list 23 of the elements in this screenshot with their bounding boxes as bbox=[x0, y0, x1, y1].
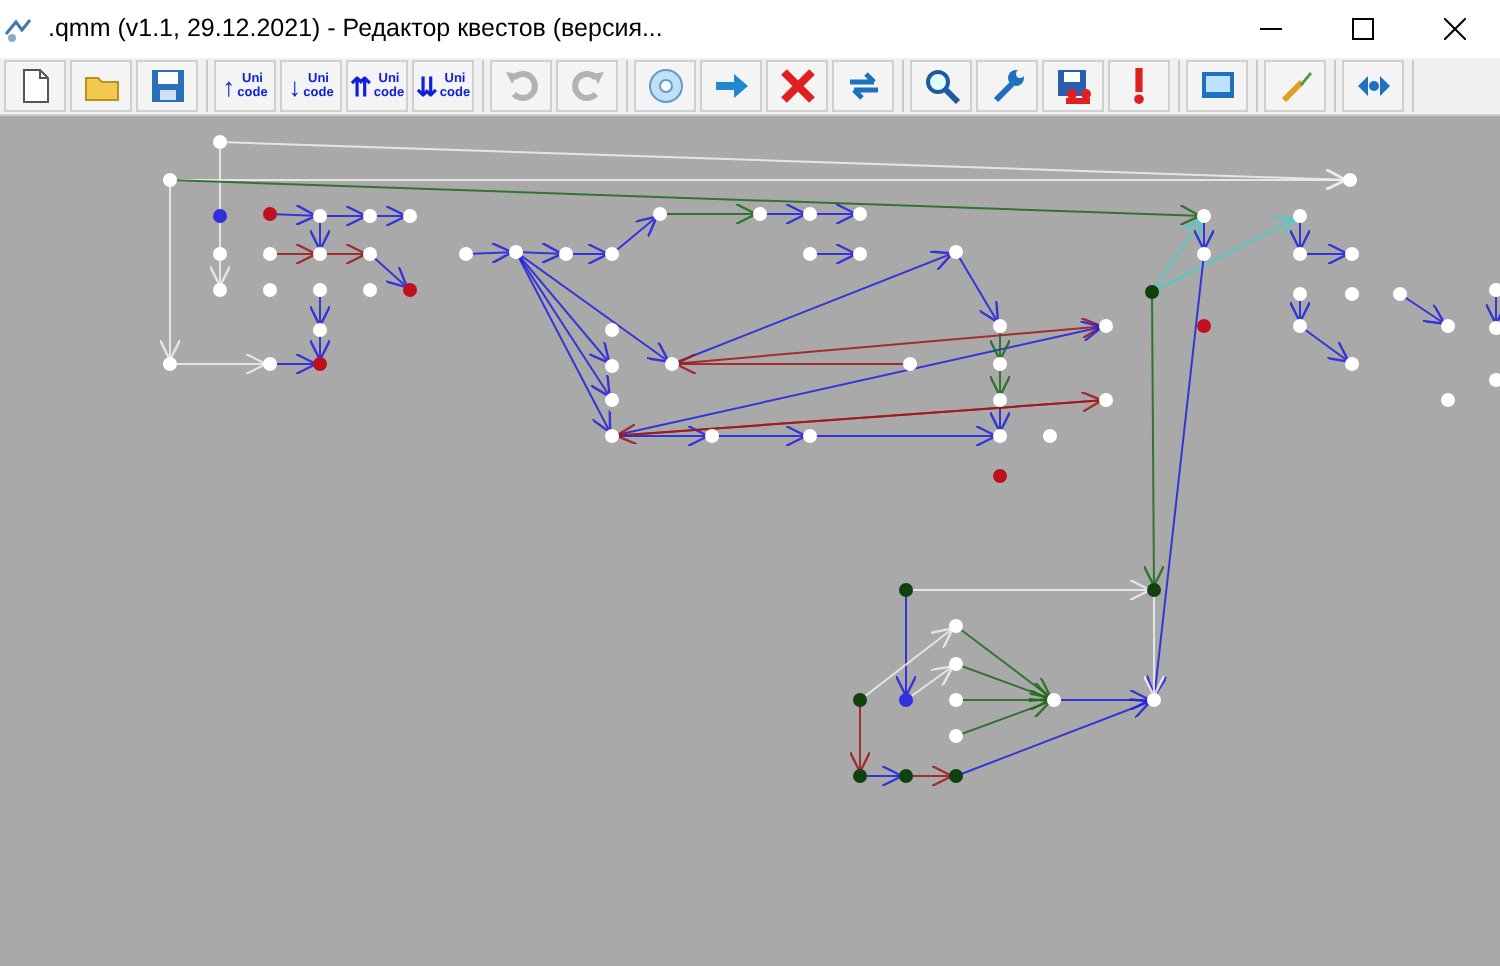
exclamation-icon bbox=[1134, 68, 1144, 104]
toolbar-button[interactable] bbox=[832, 60, 894, 112]
toolbar-button[interactable] bbox=[1108, 60, 1170, 112]
toolbar-button[interactable] bbox=[700, 60, 762, 112]
app-icon bbox=[4, 15, 32, 43]
toolbar-button[interactable] bbox=[136, 60, 198, 112]
save-people-icon bbox=[1053, 66, 1093, 106]
magnifier-icon bbox=[921, 66, 961, 106]
toolbar-button[interactable] bbox=[1186, 60, 1248, 112]
minimize-icon bbox=[1259, 28, 1281, 30]
redo-icon bbox=[567, 66, 607, 106]
cross-icon bbox=[777, 66, 817, 106]
toolbar-button[interactable] bbox=[910, 60, 972, 112]
close-icon bbox=[1443, 18, 1465, 40]
toolbar-button[interactable] bbox=[4, 60, 66, 112]
window-title: .qmm (v1.1, 29.12.2021) - Редактор квестов (версия... bbox=[48, 12, 665, 47]
toolbar-button[interactable] bbox=[1342, 60, 1404, 112]
toolbar-button[interactable] bbox=[766, 60, 828, 112]
toolbar-button[interactable] bbox=[976, 60, 1038, 112]
undo-icon bbox=[501, 66, 541, 106]
maximize-icon bbox=[1351, 18, 1373, 40]
disc-icon bbox=[645, 66, 685, 106]
toolbar-button[interactable] bbox=[1042, 60, 1104, 112]
